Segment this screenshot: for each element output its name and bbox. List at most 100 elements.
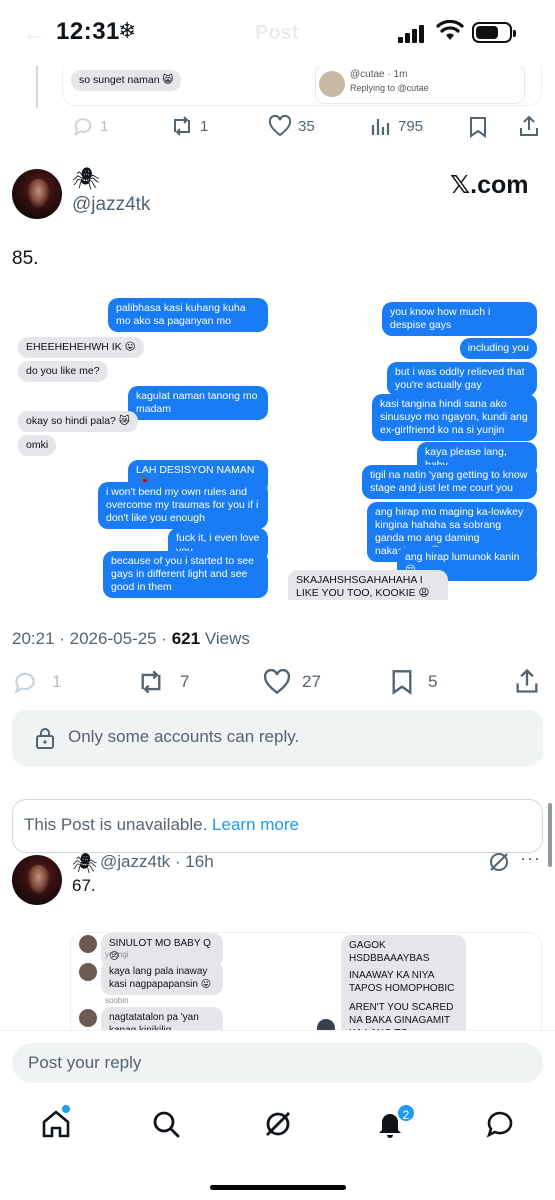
chat-screenshot-right: you know how much i despise gays includin…	[282, 294, 543, 600]
chat-bubble: nagtatatalon pa 'yan kapag kinikilig	[101, 1007, 223, 1032]
learn-more-link[interactable]: Learn more	[212, 815, 299, 834]
sub-chat-left: SINULOT MO BABY Q 😞 yoongi kaya lang pala …	[71, 933, 307, 1032]
repost-button[interactable]: 1	[170, 115, 208, 137]
back-arrow-icon[interactable]: ←	[22, 20, 46, 48]
home-indicator	[210, 1185, 346, 1190]
reply-text: 67.	[72, 876, 96, 895]
heart-icon	[263, 669, 291, 695]
chat-bubble: kasi tangina hindi sana ako sinusuyo mo …	[372, 394, 537, 441]
like-button[interactable]: 35	[268, 115, 315, 137]
status-bar: ← Post 12:31 ❄	[0, 0, 555, 66]
chat-bubble: including you	[459, 338, 537, 359]
unavailable-message: This Post is unavailable.	[24, 815, 213, 834]
unavailable-text: This Post is unavailable. Learn more	[24, 815, 299, 835]
sub-chat-right: GAGOK HSDBBAAAYBAS BAKIT SYAINAAWAY KA N…	[307, 933, 541, 1032]
repost-icon	[141, 670, 161, 694]
reply-button[interactable]: 1	[12, 669, 61, 695]
header-title: Post	[255, 22, 299, 44]
like-count: 27	[302, 672, 321, 691]
share-icon[interactable]	[518, 114, 540, 138]
views-count: 795	[398, 117, 424, 135]
x-logo: 𝕏.com	[450, 171, 529, 199]
chat-bubble: palibhasa kasi kuhang kuha mo ako sa pag…	[108, 298, 268, 332]
like-button[interactable]: 27	[262, 669, 321, 695]
repost-button[interactable]: 7	[136, 669, 189, 695]
chat-bubble: omki	[18, 435, 57, 456]
repost-icon	[174, 116, 190, 136]
repost-count: 7	[180, 672, 190, 691]
lock-icon	[36, 728, 54, 749]
reply-restriction-notice: Only some accounts can reply.	[12, 710, 543, 766]
status-time: 12:31	[56, 18, 120, 45]
chat-bubble: so sunget naman 😸	[71, 70, 182, 91]
chat-bubble: kaya lang pala inaway kasi nagpapapansin…	[101, 961, 223, 995]
views-label: Views	[200, 629, 250, 648]
chat-bubble: do you like me?	[18, 361, 108, 382]
replying-to: Replying to @cutae	[350, 83, 429, 93]
tweet-meta: 20:21 · 2026-05-25 · 621 Views	[12, 629, 250, 649]
repost-count: 1	[200, 117, 209, 135]
grok-icon[interactable]	[488, 851, 510, 873]
reply-handle: @cutae · 1m	[350, 69, 408, 80]
reply-icon	[74, 118, 92, 137]
tweet-media[interactable]: palibhasa kasi kuhang kuha mo ako sa pag…	[12, 294, 543, 600]
chat-bubble: you know how much i despise gays	[382, 302, 537, 336]
weather-icon: ❄	[118, 18, 137, 43]
chat-bubble: EHEEHEHEHWH IK 😛	[18, 337, 144, 358]
avatar	[319, 71, 345, 97]
quoted-media-top[interactable]: so sunget naman 😸 @cutae · 1m Replying t…	[62, 60, 542, 106]
tweet-timestamp: 20:21 · 2026-05-25 ·	[12, 629, 172, 648]
chat-screenshot-left: palibhasa kasi kuhang kuha mo ako sa pag…	[12, 294, 274, 600]
views-icon	[371, 119, 390, 135]
cellular-signal-icon	[398, 25, 426, 43]
views-number: 621	[171, 629, 201, 648]
reply-time: · 16h	[170, 852, 214, 871]
spider-emoji: 🕷	[72, 166, 100, 191]
reply-count: 1	[100, 117, 109, 135]
thread-connector	[36, 62, 38, 108]
tweet-handle[interactable]: @jazz4tk	[72, 194, 150, 216]
chat-bubble: okay so hindi pala? 😿	[18, 411, 138, 432]
scrollbar[interactable]	[548, 803, 552, 867]
reply-handle-text: @jazz4tk	[100, 852, 171, 871]
chat-bubble: i won't bend my own rules and overcome m…	[98, 482, 268, 529]
chat-bubble: because of you i started to see gays in …	[103, 551, 268, 598]
chat-avatar	[79, 1009, 97, 1027]
reply-handle[interactable]: @jazz4tk · 16h	[100, 852, 214, 872]
reply-placeholder: Post your reply	[28, 1053, 142, 1072]
reply-button[interactable]: 1	[72, 115, 108, 137]
search-icon[interactable]	[150, 1108, 182, 1140]
reply-icon	[14, 672, 35, 695]
chat-bubble: SKAJAHSHSGAHAHAHA I LIKE YOU TOO, KOOKIE…	[288, 570, 448, 600]
unavailable-post-card: This Post is unavailable. Learn more	[12, 799, 543, 853]
home-unread-dot	[62, 1105, 70, 1113]
reply-restriction-text: Only some accounts can reply.	[68, 727, 300, 746]
more-options-icon[interactable]: ···	[520, 848, 541, 869]
bookmark-count: 5	[428, 672, 438, 691]
tab-bar	[0, 1100, 555, 1150]
avatar[interactable]	[12, 169, 62, 219]
reply-preview-card: @cutae · 1m Replying to @cutae	[315, 64, 525, 104]
reply-count: 1	[52, 672, 62, 691]
chat-sender-label: yoongi	[105, 950, 129, 959]
spider-emoji: 🕷	[72, 853, 98, 875]
like-count: 35	[298, 117, 315, 135]
reply-media[interactable]: SINULOT MO BABY Q 😞 yoongi kaya lang pala …	[70, 932, 542, 1032]
chat-sender-label: soobin	[105, 996, 129, 1005]
views-button[interactable]: 795	[370, 115, 423, 137]
messages-icon[interactable]	[484, 1108, 516, 1140]
grok-tab-icon[interactable]	[262, 1108, 294, 1140]
heart-icon	[268, 115, 292, 137]
chat-avatar	[79, 935, 97, 953]
wifi-icon	[436, 20, 464, 40]
share-icon[interactable]	[514, 667, 540, 695]
battery-icon	[472, 22, 516, 43]
chat-bubble: AREN'T YOU SCARED NA BAKA GINAGAMIT KA L…	[341, 997, 466, 1032]
chat-bubble: but i was oddly relieved that you're act…	[387, 362, 537, 396]
bookmark-icon[interactable]	[468, 116, 488, 138]
reply-input[interactable]: Post your reply	[12, 1043, 543, 1083]
bookmark-button[interactable]: 5	[390, 669, 437, 695]
avatar[interactable]	[12, 855, 62, 905]
tweet-text: 85.	[12, 248, 39, 269]
bookmark-icon	[392, 670, 412, 695]
